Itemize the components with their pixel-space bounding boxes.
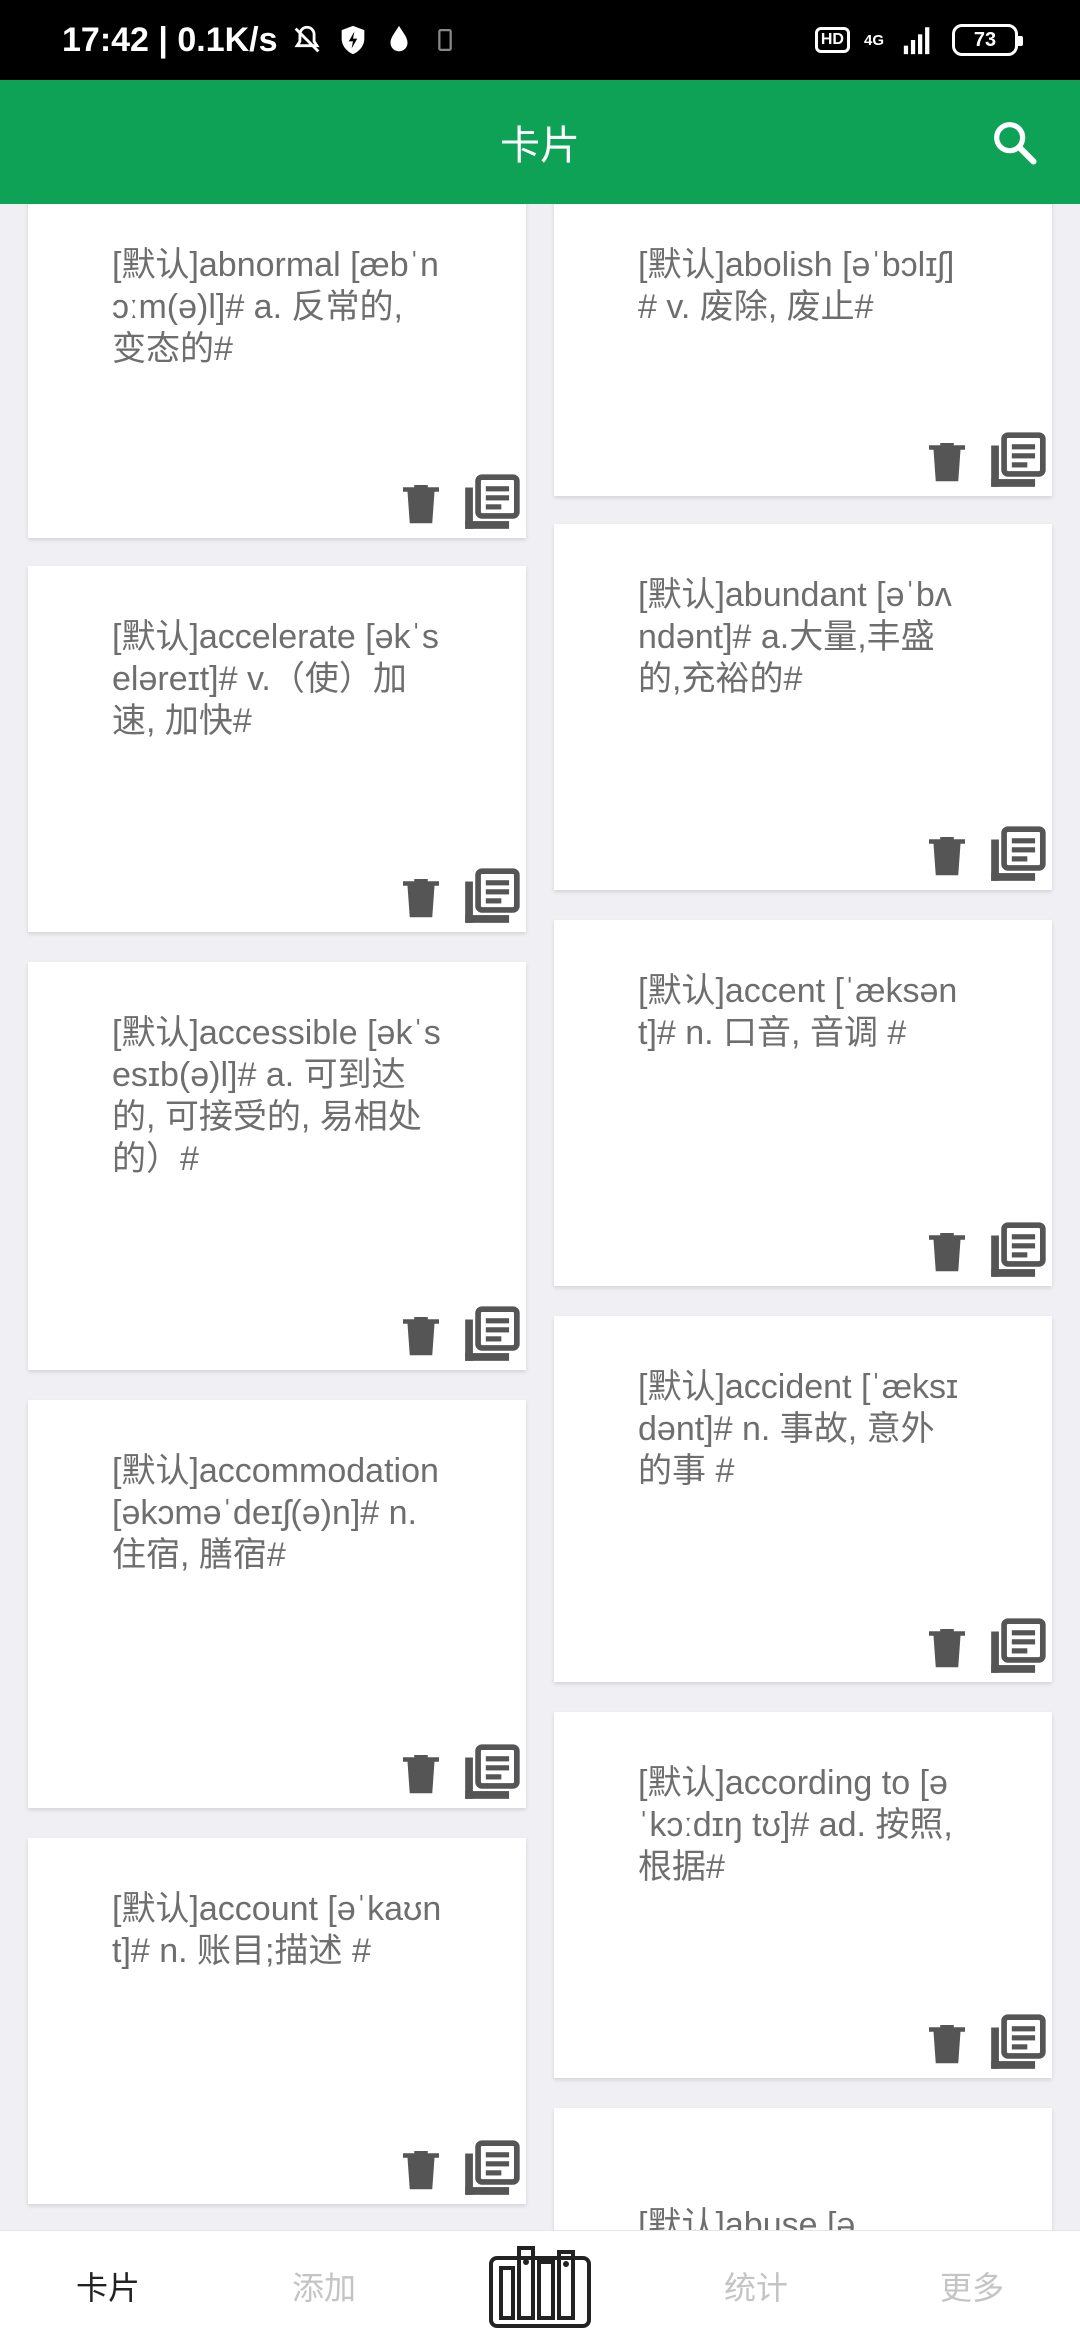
trash-icon[interactable] [920,1618,974,1676]
signal-icon [903,27,930,55]
trash-icon[interactable] [394,1306,448,1364]
bottom-nav: 卡片 添加 统计 更多 [0,2230,1080,2340]
trash-icon[interactable] [394,1744,448,1802]
card-item[interactable]: [默认]according to [əˈkɔːdɪŋ tʊ]# ad. 按照, … [554,1712,1052,2078]
card-item[interactable]: [默认]abundant [əˈbʌndənt]# a.大量,丰盛的,充裕的# [554,524,1052,890]
battery-indicator: 73 [952,24,1023,56]
card-text: [默认]accelerate [əkˈseləreɪt]# v.（使）加速, 加… [112,618,439,740]
card-text: [默认]abundant [əˈbʌndənt]# a.大量,丰盛的,充裕的# [638,576,952,698]
trash-icon[interactable] [394,2140,448,2198]
card-item[interactable]: [默认]accommodation [əkɔməˈdeɪʃ(ə)n]# n.住宿… [28,1400,526,1808]
copy-list-icon[interactable] [986,430,1048,492]
sim-icon [437,28,452,52]
bell-off-icon [293,25,320,53]
status-bar: 17:42 | 0.1K/s HD 4G 73 [0,0,1080,80]
trash-icon[interactable] [394,868,448,926]
copy-list-icon[interactable] [460,1742,522,1804]
copy-list-icon[interactable] [460,866,522,928]
app-bar: 卡片 [0,80,1080,204]
trash-icon[interactable] [920,432,974,490]
card-item[interactable]: [默认]accent [ˈæksənt]# n. 口音, 音调 # [554,920,1052,1286]
card-text: [默认]accent [ˈæksənt]# n. 口音, 音调 # [638,972,958,1052]
card-text: [默认]abuse [ə [638,2206,856,2230]
card-item[interactable]: [默认]account [əˈkaʊnt]# n. 账目;描述 # [28,1838,526,2204]
card-text: [默认]accident [ˈæksɪdənt]# n. 事故, 意外的事 # [638,1368,959,1490]
copy-list-icon[interactable] [986,824,1048,886]
card-grid: [默认]abnormal [æbˈnɔːm(ə)l]# a. 反常的, 变态的#… [0,204,1080,2230]
copy-list-icon[interactable] [986,1220,1048,1282]
shield-icon [341,25,364,55]
copy-list-icon[interactable] [986,2012,1048,2074]
nav-stats[interactable]: 统计 [648,2263,864,2309]
network-type: 4G [863,31,884,49]
page-title: 卡片 [500,124,580,168]
card-text: [默认]abolish [əˈbɔlɪʃ]# v. 废除, 废止# [638,246,955,326]
nav-more[interactable]: 更多 [864,2263,1080,2309]
card-item[interactable]: [默认]abuse [ə [554,2108,1052,2230]
card-text: [默认]abnormal [æbˈnɔːm(ə)l]# a. 反常的, 变态的# [112,246,439,368]
trash-icon[interactable] [920,2014,974,2072]
trash-icon[interactable] [920,1222,974,1280]
card-item[interactable]: [默认]accessible [əkˈsesɪb(ə)l]# a. 可到达的, … [28,962,526,1370]
card-item[interactable]: [默认]abolish [əˈbɔlɪʃ]# v. 废除, 废止# [554,204,1052,496]
card-item[interactable]: [默认]accident [ˈæksɪdənt]# n. 事故, 意外的事 # [554,1316,1052,1682]
books-icon[interactable] [489,2244,591,2328]
copy-list-icon[interactable] [986,1616,1048,1678]
copy-list-icon[interactable] [460,472,522,534]
search-icon[interactable] [988,116,1040,168]
card-text: [默认]according to [əˈkɔːdɪŋ tʊ]# ad. 按照, … [638,1764,953,1886]
trash-icon[interactable] [920,826,974,884]
copy-list-icon[interactable] [460,1304,522,1366]
nav-cards[interactable]: 卡片 [0,2263,216,2309]
nav-add[interactable]: 添加 [216,2263,432,2309]
status-time-speed: 17:42 | 0.1K/s [62,20,278,59]
nav-center[interactable] [432,2244,648,2328]
copy-list-icon[interactable] [460,2138,522,2200]
card-text: [默认]account [əˈkaʊnt]# n. 账目;描述 # [112,1890,442,1970]
card-item[interactable]: [默认]accelerate [əkˈseləreɪt]# v.（使）加速, 加… [28,566,526,932]
hd-badge: HD [814,27,850,53]
app-screen: 17:42 | 0.1K/s HD 4G 73 卡片 [默认]abnormal … [0,0,1080,2340]
card-text: [默认]accommodation [əkɔməˈdeɪʃ(ə)n]# n.住宿… [112,1452,439,1574]
card-text: [默认]accessible [əkˈsesɪb(ə)l]# a. 可到达的, … [112,1014,441,1178]
card-item[interactable]: [默认]abnormal [æbˈnɔːm(ə)l]# a. 反常的, 变态的# [28,204,526,538]
drop-icon [390,25,408,52]
trash-icon[interactable] [394,474,448,532]
